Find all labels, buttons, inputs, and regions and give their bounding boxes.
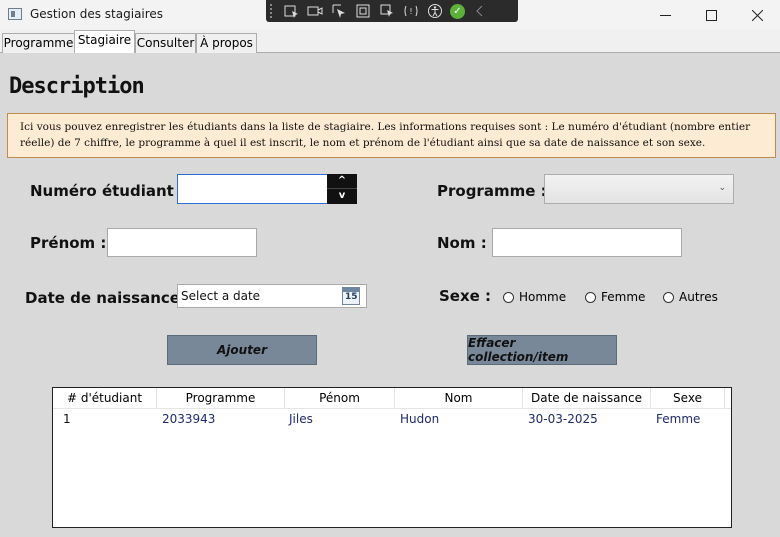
date-placeholder: Select a date: [181, 289, 261, 303]
cell-nom: Hudon: [400, 412, 440, 426]
radio-homme-circle[interactable]: [503, 291, 514, 303]
video-icon[interactable]: [306, 3, 324, 19]
col-header-nom[interactable]: Nom: [395, 388, 523, 408]
nom-input[interactable]: [492, 228, 682, 257]
svg-text:!: !: [409, 7, 412, 16]
debug-toolbar: ! ✓: [266, 0, 518, 22]
page-title: Description: [9, 74, 145, 99]
stagiaire-panel: Description Ici vous pouvez enregistrer …: [0, 53, 780, 537]
title-bar: Gestion des stagiaires ! ✓: [0, 0, 780, 30]
cell-sexe: Femme: [656, 412, 701, 426]
ajouter-button[interactable]: Ajouter: [167, 335, 317, 365]
app-icon: [8, 8, 22, 20]
status-ok-icon[interactable]: ✓: [450, 3, 465, 19]
close-button[interactable]: [734, 0, 780, 30]
close-icon: [751, 9, 763, 21]
effacer-button[interactable]: Effacer collection/item: [467, 335, 617, 365]
display-layout-icon[interactable]: [354, 3, 372, 19]
select-element-icon[interactable]: [282, 3, 300, 19]
track-focus-icon[interactable]: [378, 3, 396, 19]
col-header-date[interactable]: Date de naissance: [523, 388, 651, 408]
sexe-label: Sexe :: [439, 287, 492, 305]
col-header-numero[interactable]: # d'étudiant: [53, 388, 157, 408]
maximize-button[interactable]: [688, 0, 734, 30]
date-naissance-label: Date de naissance :: [25, 289, 192, 307]
tab-consulter[interactable]: Consulter: [135, 33, 196, 53]
prenom-input[interactable]: [107, 228, 257, 257]
calendar-icon[interactable]: 15: [342, 287, 360, 305]
tab-a-propos[interactable]: À propos: [196, 33, 257, 53]
accessibility-icon[interactable]: [426, 3, 444, 19]
maximize-icon: [705, 9, 717, 21]
col-header-programme[interactable]: Programme: [157, 388, 285, 408]
window-title: Gestion des stagiaires: [30, 7, 164, 21]
tab-stagiaire[interactable]: Stagiaire: [74, 30, 135, 53]
spin-down-button[interactable]: v: [327, 189, 357, 203]
numero-spinner: ^ v: [327, 174, 357, 204]
pointer-select-icon[interactable]: [330, 3, 348, 19]
tab-programme[interactable]: Programme: [2, 33, 75, 53]
spin-up-button[interactable]: ^: [327, 174, 357, 189]
table-header: # d'étudiant Programme Pénom Nom Date de…: [53, 388, 731, 409]
radio-autres-circle[interactable]: [663, 291, 674, 303]
col-header-sexe[interactable]: Sexe: [651, 388, 725, 408]
toolbar-grip-icon[interactable]: [270, 4, 276, 18]
chevron-down-icon: ⌄: [718, 183, 726, 193]
calendar-day: 15: [345, 292, 358, 302]
table-row[interactable]: 1 2033943 Jiles Hudon 30-03-2025 Femme: [53, 410, 731, 430]
prenom-label: Prénom :: [30, 234, 107, 252]
binding-failures-icon[interactable]: !: [402, 3, 420, 19]
cell-numero: 1: [63, 412, 71, 426]
window-controls: [642, 0, 780, 30]
numero-label: Numéro étudiant :: [30, 182, 186, 200]
cell-date: 30-03-2025: [528, 412, 598, 426]
collapse-chevron-icon[interactable]: [471, 3, 489, 19]
radio-femme-circle[interactable]: [585, 291, 596, 303]
radio-autres[interactable]: Autres: [663, 290, 718, 304]
col-header-prenom[interactable]: Pénom: [285, 388, 395, 408]
radio-homme[interactable]: Homme: [503, 290, 566, 304]
programme-combobox[interactable]: ⌄: [544, 174, 734, 204]
nom-label: Nom :: [437, 234, 487, 252]
cell-programme: 2033943: [162, 412, 216, 426]
radio-femme[interactable]: Femme: [585, 290, 645, 304]
tab-strip: Programme Stagiaire Consulter À propos: [0, 30, 780, 53]
programme-label: Programme :: [437, 182, 547, 200]
date-naissance-picker[interactable]: Select a date: [177, 284, 367, 308]
cell-prenom: Jiles: [289, 412, 313, 426]
numero-etudiant-input[interactable]: [177, 174, 328, 204]
radio-homme-label: Homme: [519, 290, 567, 304]
radio-autres-label: Autres: [679, 290, 718, 304]
minimize-icon: [659, 14, 671, 16]
radio-femme-label: Femme: [601, 290, 646, 304]
info-box: Ici vous pouvez enregistrer les étudiant…: [7, 113, 776, 158]
minimize-button[interactable]: [642, 0, 688, 30]
stagiaires-table[interactable]: # d'étudiant Programme Pénom Nom Date de…: [52, 387, 732, 528]
